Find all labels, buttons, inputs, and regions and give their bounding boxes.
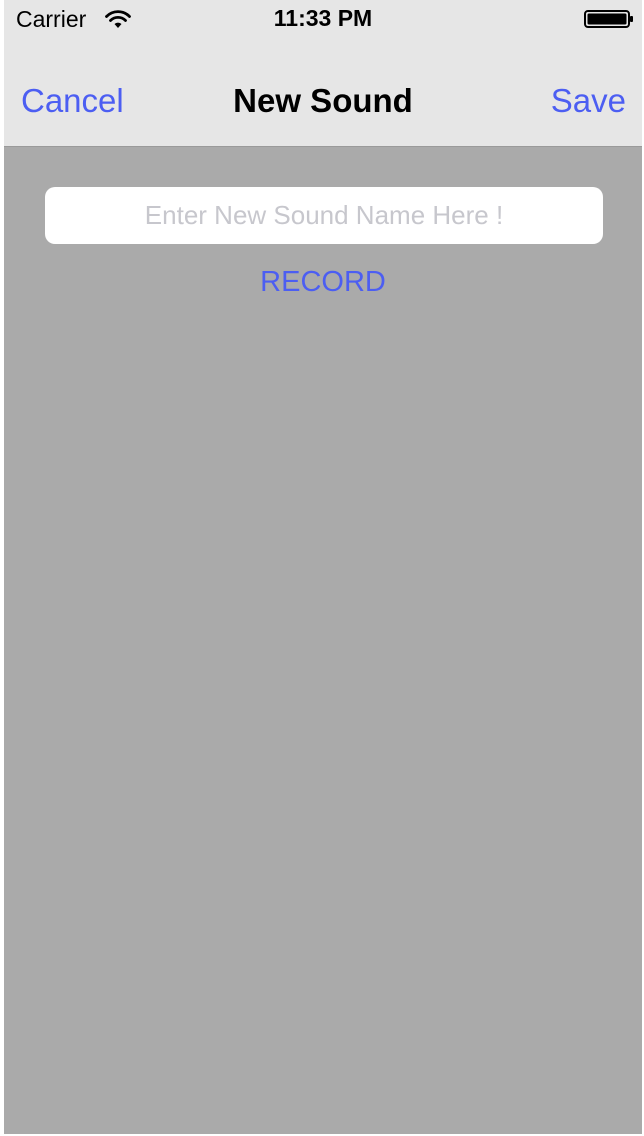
phone-screen: Carrier 11:33 PM Cancel New Sound Save R… <box>4 0 642 1134</box>
status-bar: Carrier 11:33 PM <box>4 0 642 40</box>
record-button[interactable]: RECORD <box>4 266 642 299</box>
navigation-bar: Cancel New Sound Save <box>4 76 642 130</box>
battery-full-icon <box>584 10 633 28</box>
sound-name-input[interactable] <box>45 187 603 244</box>
top-bar: Carrier 11:33 PM Cancel New Sound Save <box>4 0 642 147</box>
save-button[interactable]: Save <box>551 82 626 120</box>
clock: 11:33 PM <box>273 5 373 31</box>
page-title: New Sound <box>233 82 413 119</box>
